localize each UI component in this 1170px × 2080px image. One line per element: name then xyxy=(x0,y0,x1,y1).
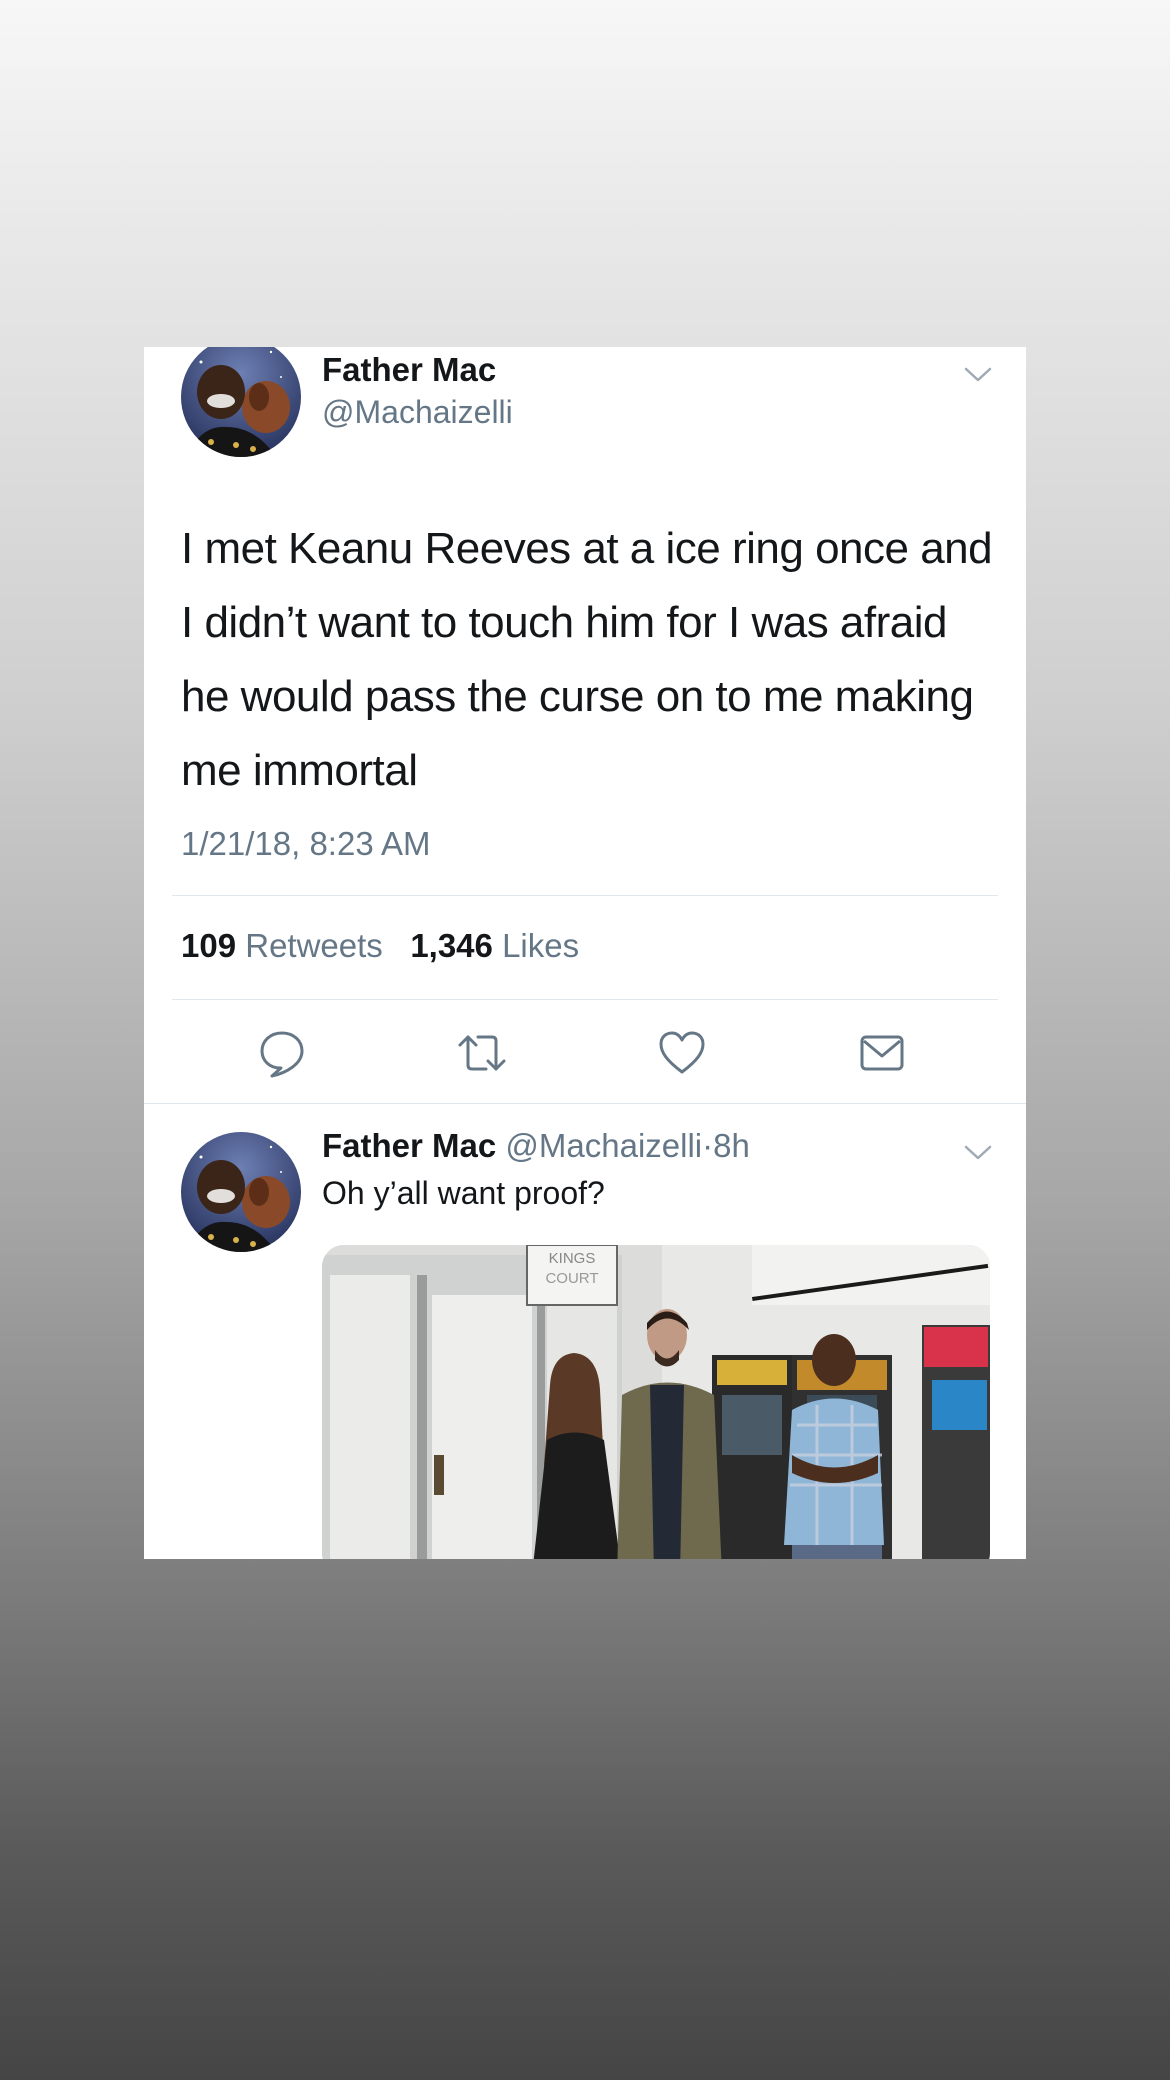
svg-text:COURT: COURT xyxy=(545,1270,598,1287)
tweet-timestamp[interactable]: 1/21/18, 8:23 AM xyxy=(181,825,431,863)
tweet-photo[interactable]: KINGS COURT xyxy=(322,1245,990,1559)
display-name[interactable]: Father Mac xyxy=(322,1127,496,1164)
retweets-label[interactable]: Retweets xyxy=(245,927,383,964)
divider xyxy=(144,1103,1026,1104)
chevron-down-icon[interactable] xyxy=(962,1143,994,1163)
likes-count[interactable]: 1,346 xyxy=(410,927,493,964)
reply-text: Oh y’all want proof? xyxy=(322,1175,605,1211)
retweet-icon[interactable] xyxy=(456,1027,508,1079)
chevron-down-icon[interactable] xyxy=(962,365,994,385)
heart-icon[interactable] xyxy=(656,1027,708,1079)
reply-icon[interactable] xyxy=(256,1027,308,1079)
tweet-text: I met Keanu Reeves at a ice ring once an… xyxy=(181,524,993,795)
tweet-stats: 109 Retweets 1,346 Likes xyxy=(181,927,579,965)
time-ago[interactable]: 8h xyxy=(713,1127,750,1164)
display-name[interactable]: Father Mac xyxy=(322,351,496,389)
user-handle[interactable]: @Machaizelli xyxy=(322,394,513,431)
avatar[interactable] xyxy=(181,347,301,457)
reply-header: Father Mac @Machaizelli·8h xyxy=(322,1127,750,1165)
divider xyxy=(172,895,998,896)
retweets-count[interactable]: 109 xyxy=(181,927,236,964)
svg-text:KINGS: KINGS xyxy=(549,1250,596,1267)
avatar[interactable] xyxy=(181,1132,301,1252)
tweet-card: Father Mac @Machaizelli I met Keanu Reev… xyxy=(144,347,1026,1559)
envelope-icon[interactable] xyxy=(856,1027,908,1079)
divider xyxy=(172,999,998,1000)
likes-label[interactable]: Likes xyxy=(502,927,579,964)
separator: · xyxy=(702,1127,714,1164)
user-handle[interactable]: @Machaizelli xyxy=(505,1127,702,1164)
